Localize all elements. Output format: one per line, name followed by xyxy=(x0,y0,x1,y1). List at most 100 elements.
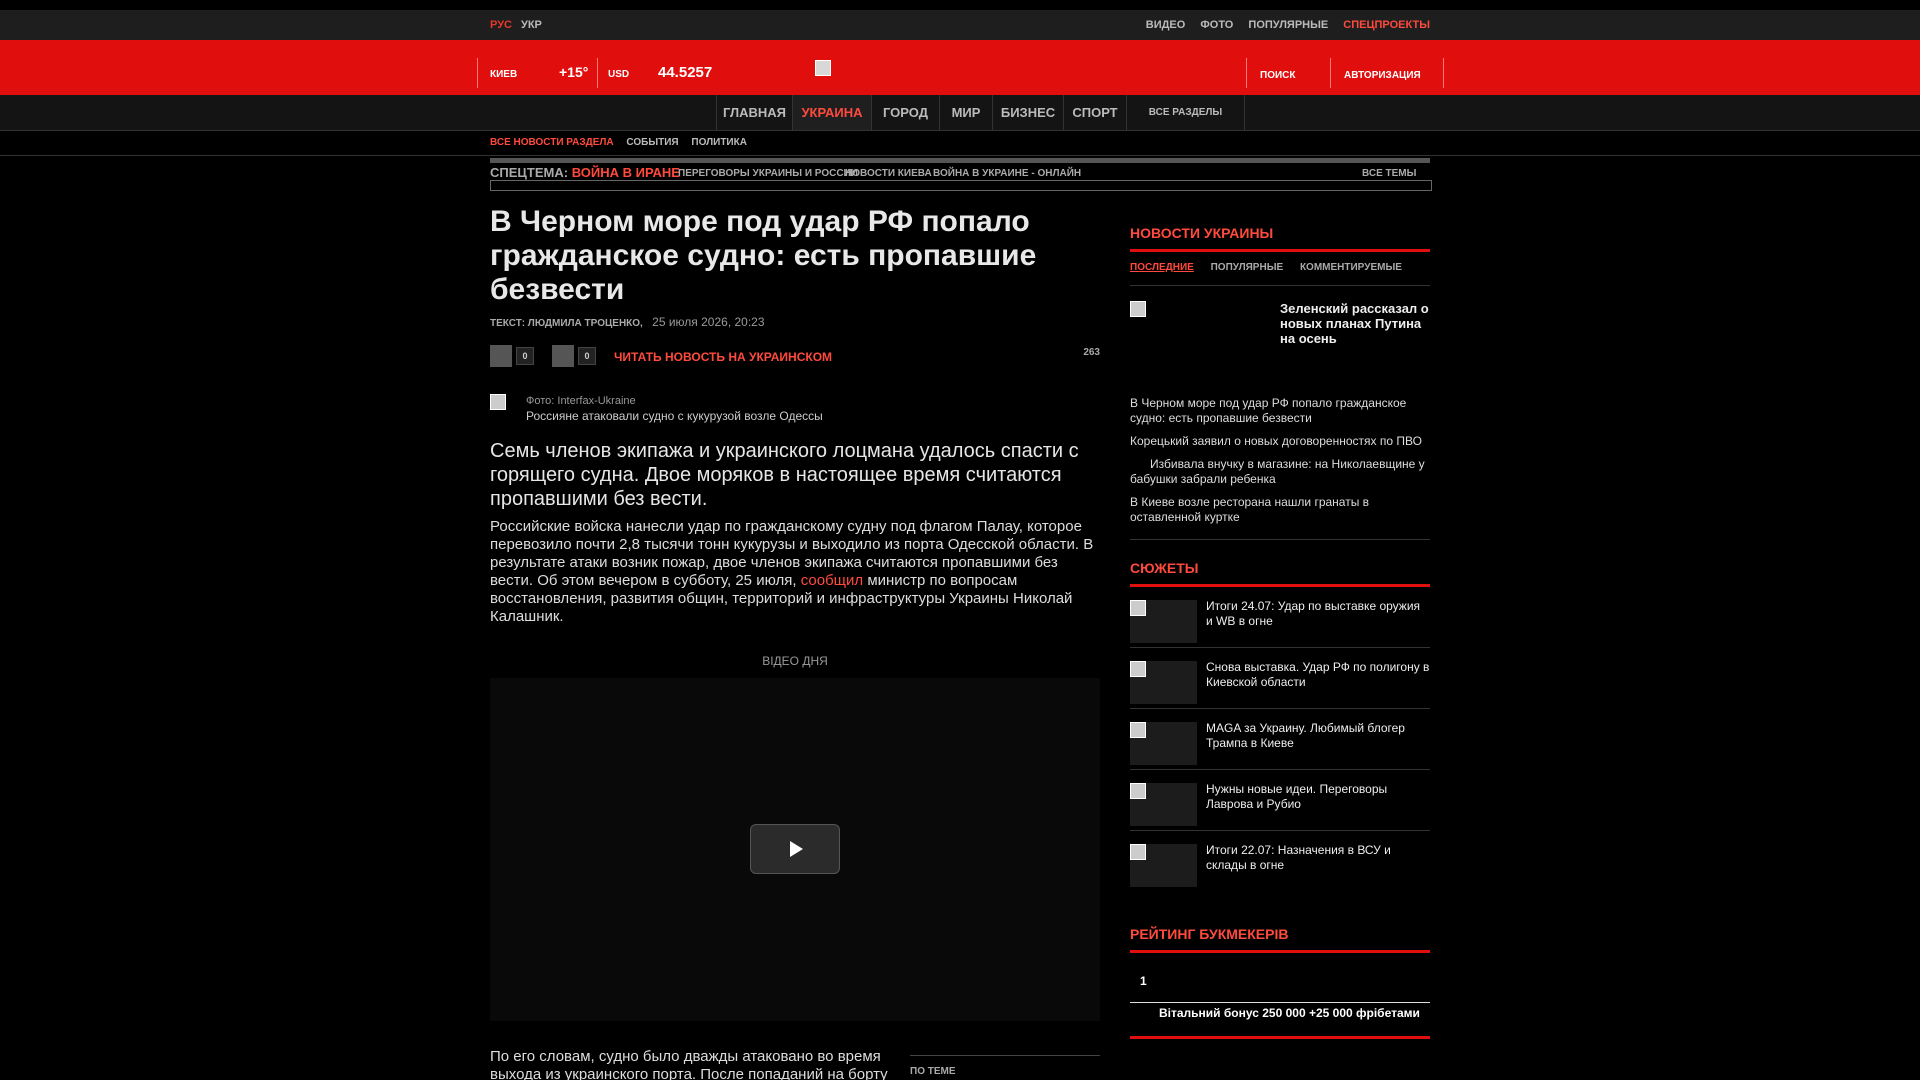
rating-number: 1 xyxy=(1140,974,1147,988)
featured-news[interactable]: Зеленский рассказал о новых планах Путин… xyxy=(1130,301,1430,396)
sidebar-tabs: ПОСЛЕДНИЕ ПОПУЛЯРНЫЕ КОММЕНТИРУЕМЫЕ xyxy=(1130,262,1430,286)
tab-latest[interactable]: ПОСЛЕДНИЕ xyxy=(1130,262,1194,273)
article-paragraph: По его словам, судно было дважды атакова… xyxy=(490,1048,888,1080)
featured-title[interactable]: Зеленский рассказал о новых планах Путин… xyxy=(1280,301,1430,346)
lang-rus-link[interactable]: РУС xyxy=(490,19,512,31)
currency-rate: 44.5257 xyxy=(658,64,713,81)
login-button[interactable]: АВТОРИЗАЦИЯ xyxy=(1344,70,1421,81)
top-bar: РУС УКР ВИДЕО ФОТО ПОПУЛЯРНЫЕ СПЕЦПРОЕКТ… xyxy=(0,10,1920,40)
header-divider xyxy=(1330,58,1331,88)
related-block-title: ПО ТЕМЕ xyxy=(910,1055,1100,1077)
stories-heading[interactable]: СЮЖЕТЫ xyxy=(1130,560,1430,587)
story-title[interactable]: Итоги 24.07: Удар по выставке оружия и W… xyxy=(1206,599,1430,629)
image-placeholder-icon xyxy=(1130,722,1146,738)
divider xyxy=(0,155,1920,156)
story-item[interactable]: MAGA за Украину. Любимый блогер Трампа в… xyxy=(1130,709,1430,770)
search-button[interactable]: ПОИСК xyxy=(1260,70,1295,81)
video-player[interactable] xyxy=(490,678,1100,1021)
header-divider xyxy=(1443,58,1444,88)
play-button[interactable] xyxy=(750,824,840,874)
story-item[interactable]: Итоги 24.07: Удар по выставке оружия и W… xyxy=(1130,587,1430,648)
bookmaker-rating-heading[interactable]: РЕЙТИНГ БУКМЕКЕРІВ xyxy=(1130,926,1430,953)
story-title[interactable]: Снова выставка. Удар РФ по полигону в Ки… xyxy=(1206,660,1430,690)
list-item[interactable]: В Черном море под удар РФ попало граждан… xyxy=(1130,396,1430,426)
story-title[interactable]: Нужны новые идеи. Переговоры Лаврова и Р… xyxy=(1206,782,1430,812)
article-author[interactable]: ТЕКСТ: ЛЮДМИЛА ТРОЦЕНКО, xyxy=(490,318,643,329)
top-link-video[interactable]: ВИДЕО xyxy=(1146,19,1186,31)
header-divider xyxy=(477,58,478,88)
rating-row[interactable]: 1 xyxy=(1130,953,1430,1003)
photo-credit: Фото: Interfax-Ukraine xyxy=(526,395,636,407)
tab-commented[interactable]: КОММЕНТИРУЕМЫЕ xyxy=(1300,262,1402,273)
article-lead: Семь членов экипажа и украинского лоцман… xyxy=(490,440,1079,510)
section-subnav: ВСЕ НОВОСТИ РАЗДЕЛА СОБЫТИЯ ПОЛИТИКА xyxy=(490,137,757,148)
read-ukrainian-link[interactable]: ЧИТАТЬ НОВОСТЬ НА УКРАИНСКОМ xyxy=(614,350,832,364)
article-meta: ТЕКСТ: ЛЮДМИЛА ТРОЦЕНКО, 25 июля 2026, 2… xyxy=(490,315,1100,329)
topic-link-all[interactable]: ВСЕ ТЕМЫ xyxy=(1362,168,1416,179)
topic-label-text: СПЕЦТЕМА: xyxy=(490,165,569,180)
top-link-special[interactable]: СПЕЦПРОЕКТЫ xyxy=(1343,19,1430,31)
topic-highlight-link[interactable]: ВОЙНА В ИРАНЕ xyxy=(572,165,680,180)
topic-link-negotiations[interactable]: ПЕРЕГОВОРЫ УКРАИНЫ И РОССИИ xyxy=(678,168,858,179)
photo-image[interactable] xyxy=(490,394,506,410)
divider xyxy=(1130,539,1430,540)
image-placeholder-icon xyxy=(1130,844,1146,860)
subnav-events[interactable]: СОБЫТИЯ xyxy=(626,137,678,148)
video-label: ВІДЕО ДНЯ xyxy=(762,654,828,668)
weather-city[interactable]: КИЕВ xyxy=(490,69,517,80)
story-item[interactable]: Снова выставка. Удар РФ по полигону в Ки… xyxy=(1130,648,1430,709)
lang-ukr-link[interactable]: УКР xyxy=(521,19,542,31)
nav-item-world[interactable]: МИР xyxy=(939,95,992,130)
like-count: 0 xyxy=(516,347,534,365)
topic-outline xyxy=(490,180,1432,191)
list-item[interactable]: В Киеве возле ресторана нашли гранаты в … xyxy=(1130,495,1430,525)
topic-link-war-online[interactable]: ВОЙНА В УКРАИНЕ - ОНЛАЙН xyxy=(933,168,1081,179)
nav-item-main[interactable]: ГЛАВНАЯ xyxy=(716,95,792,130)
currency-code[interactable]: USD xyxy=(608,69,629,80)
story-item[interactable]: Итоги 22.07: Назначения в ВСУ и склады в… xyxy=(1130,831,1430,892)
subnav-politics[interactable]: ПОЛИТИКА xyxy=(691,137,747,148)
article: В Черном море под удар РФ попало граждан… xyxy=(490,205,1100,1080)
nav-item-business[interactable]: БИЗНЕС xyxy=(992,95,1063,130)
story-image[interactable] xyxy=(1130,722,1197,765)
story-title[interactable]: Итоги 22.07: Назначения в ВСУ и склады в… xyxy=(1206,843,1430,873)
story-image[interactable] xyxy=(1130,783,1197,826)
featured-image[interactable] xyxy=(1130,301,1146,317)
site-logo[interactable] xyxy=(815,60,831,76)
weather-temp: +15° xyxy=(559,64,589,80)
story-image[interactable] xyxy=(1130,661,1197,704)
tab-popular[interactable]: ПОПУЛЯРНЫЕ xyxy=(1211,262,1284,273)
story-image[interactable] xyxy=(1130,844,1197,887)
bonus-row[interactable]: Вітальний бонус 250 000 +25 000 фрібетам… xyxy=(1130,1003,1430,1039)
article-date: 25 июля 2026, 20:23 xyxy=(652,315,765,329)
top-link-popular[interactable]: ПОПУЛЯРНЫЕ xyxy=(1248,19,1328,31)
story-item[interactable]: Нужны новые идеи. Переговоры Лаврова и Р… xyxy=(1130,770,1430,831)
image-placeholder-icon xyxy=(1130,600,1146,616)
play-icon xyxy=(790,841,803,857)
list-item[interactable]: Корецький заявил о новых договоренностях… xyxy=(1130,434,1430,449)
sidebar: НОВОСТИ УКРАИНЫ ПОСЛЕДНИЕ ПОПУЛЯРНЫЕ КОМ… xyxy=(1130,225,1430,1039)
list-item[interactable]: Избивала внучку в магазине: на Николаевщ… xyxy=(1130,457,1430,487)
social-bar: 0 0 ЧИТАТЬ НОВОСТЬ НА УКРАИНСКОМ 263 xyxy=(490,345,1100,367)
subnav-all-news[interactable]: ВСЕ НОВОСТИ РАЗДЕЛА xyxy=(490,137,614,148)
news-list: В Черном море под удар РФ попало граждан… xyxy=(1130,396,1430,525)
header-divider xyxy=(1246,58,1247,88)
nav-item-all-sections[interactable]: ВСЕ РАЗДЕЛЫ xyxy=(1126,95,1245,130)
topic-bar-line xyxy=(490,158,1430,163)
nav-item-ukraine[interactable]: УКРАИНА xyxy=(792,95,871,130)
like-icon[interactable] xyxy=(490,345,512,367)
top-link-photo[interactable]: ФОТО xyxy=(1200,19,1233,31)
comment-count: 0 xyxy=(578,347,596,365)
story-title[interactable]: MAGA за Украину. Любимый блогер Трампа в… xyxy=(1206,721,1430,751)
article-paragraph: Российские войска нанесли удар по гражда… xyxy=(490,518,1100,626)
comment-icon[interactable] xyxy=(552,345,574,367)
story-image[interactable] xyxy=(1130,600,1197,643)
bonus-title[interactable]: Вітальний бонус 250 000 +25 000 фрібетам… xyxy=(1159,1006,1420,1020)
sidebar-news-heading[interactable]: НОВОСТИ УКРАИНЫ xyxy=(1130,225,1430,252)
topic-link-kyiv[interactable]: НОВОСТИ КИЕВА xyxy=(845,168,932,179)
special-topic-bar: СПЕЦТЕМА: ВОЙНА В ИРАНЕ ПЕРЕГОВОРЫ УКРАИ… xyxy=(490,158,1432,193)
nav-item-city[interactable]: ГОРОД xyxy=(871,95,939,130)
nav-item-sport[interactable]: СПОРТ xyxy=(1063,95,1126,130)
source-link[interactable]: сообщил xyxy=(801,572,863,589)
image-placeholder-icon xyxy=(1130,783,1146,799)
